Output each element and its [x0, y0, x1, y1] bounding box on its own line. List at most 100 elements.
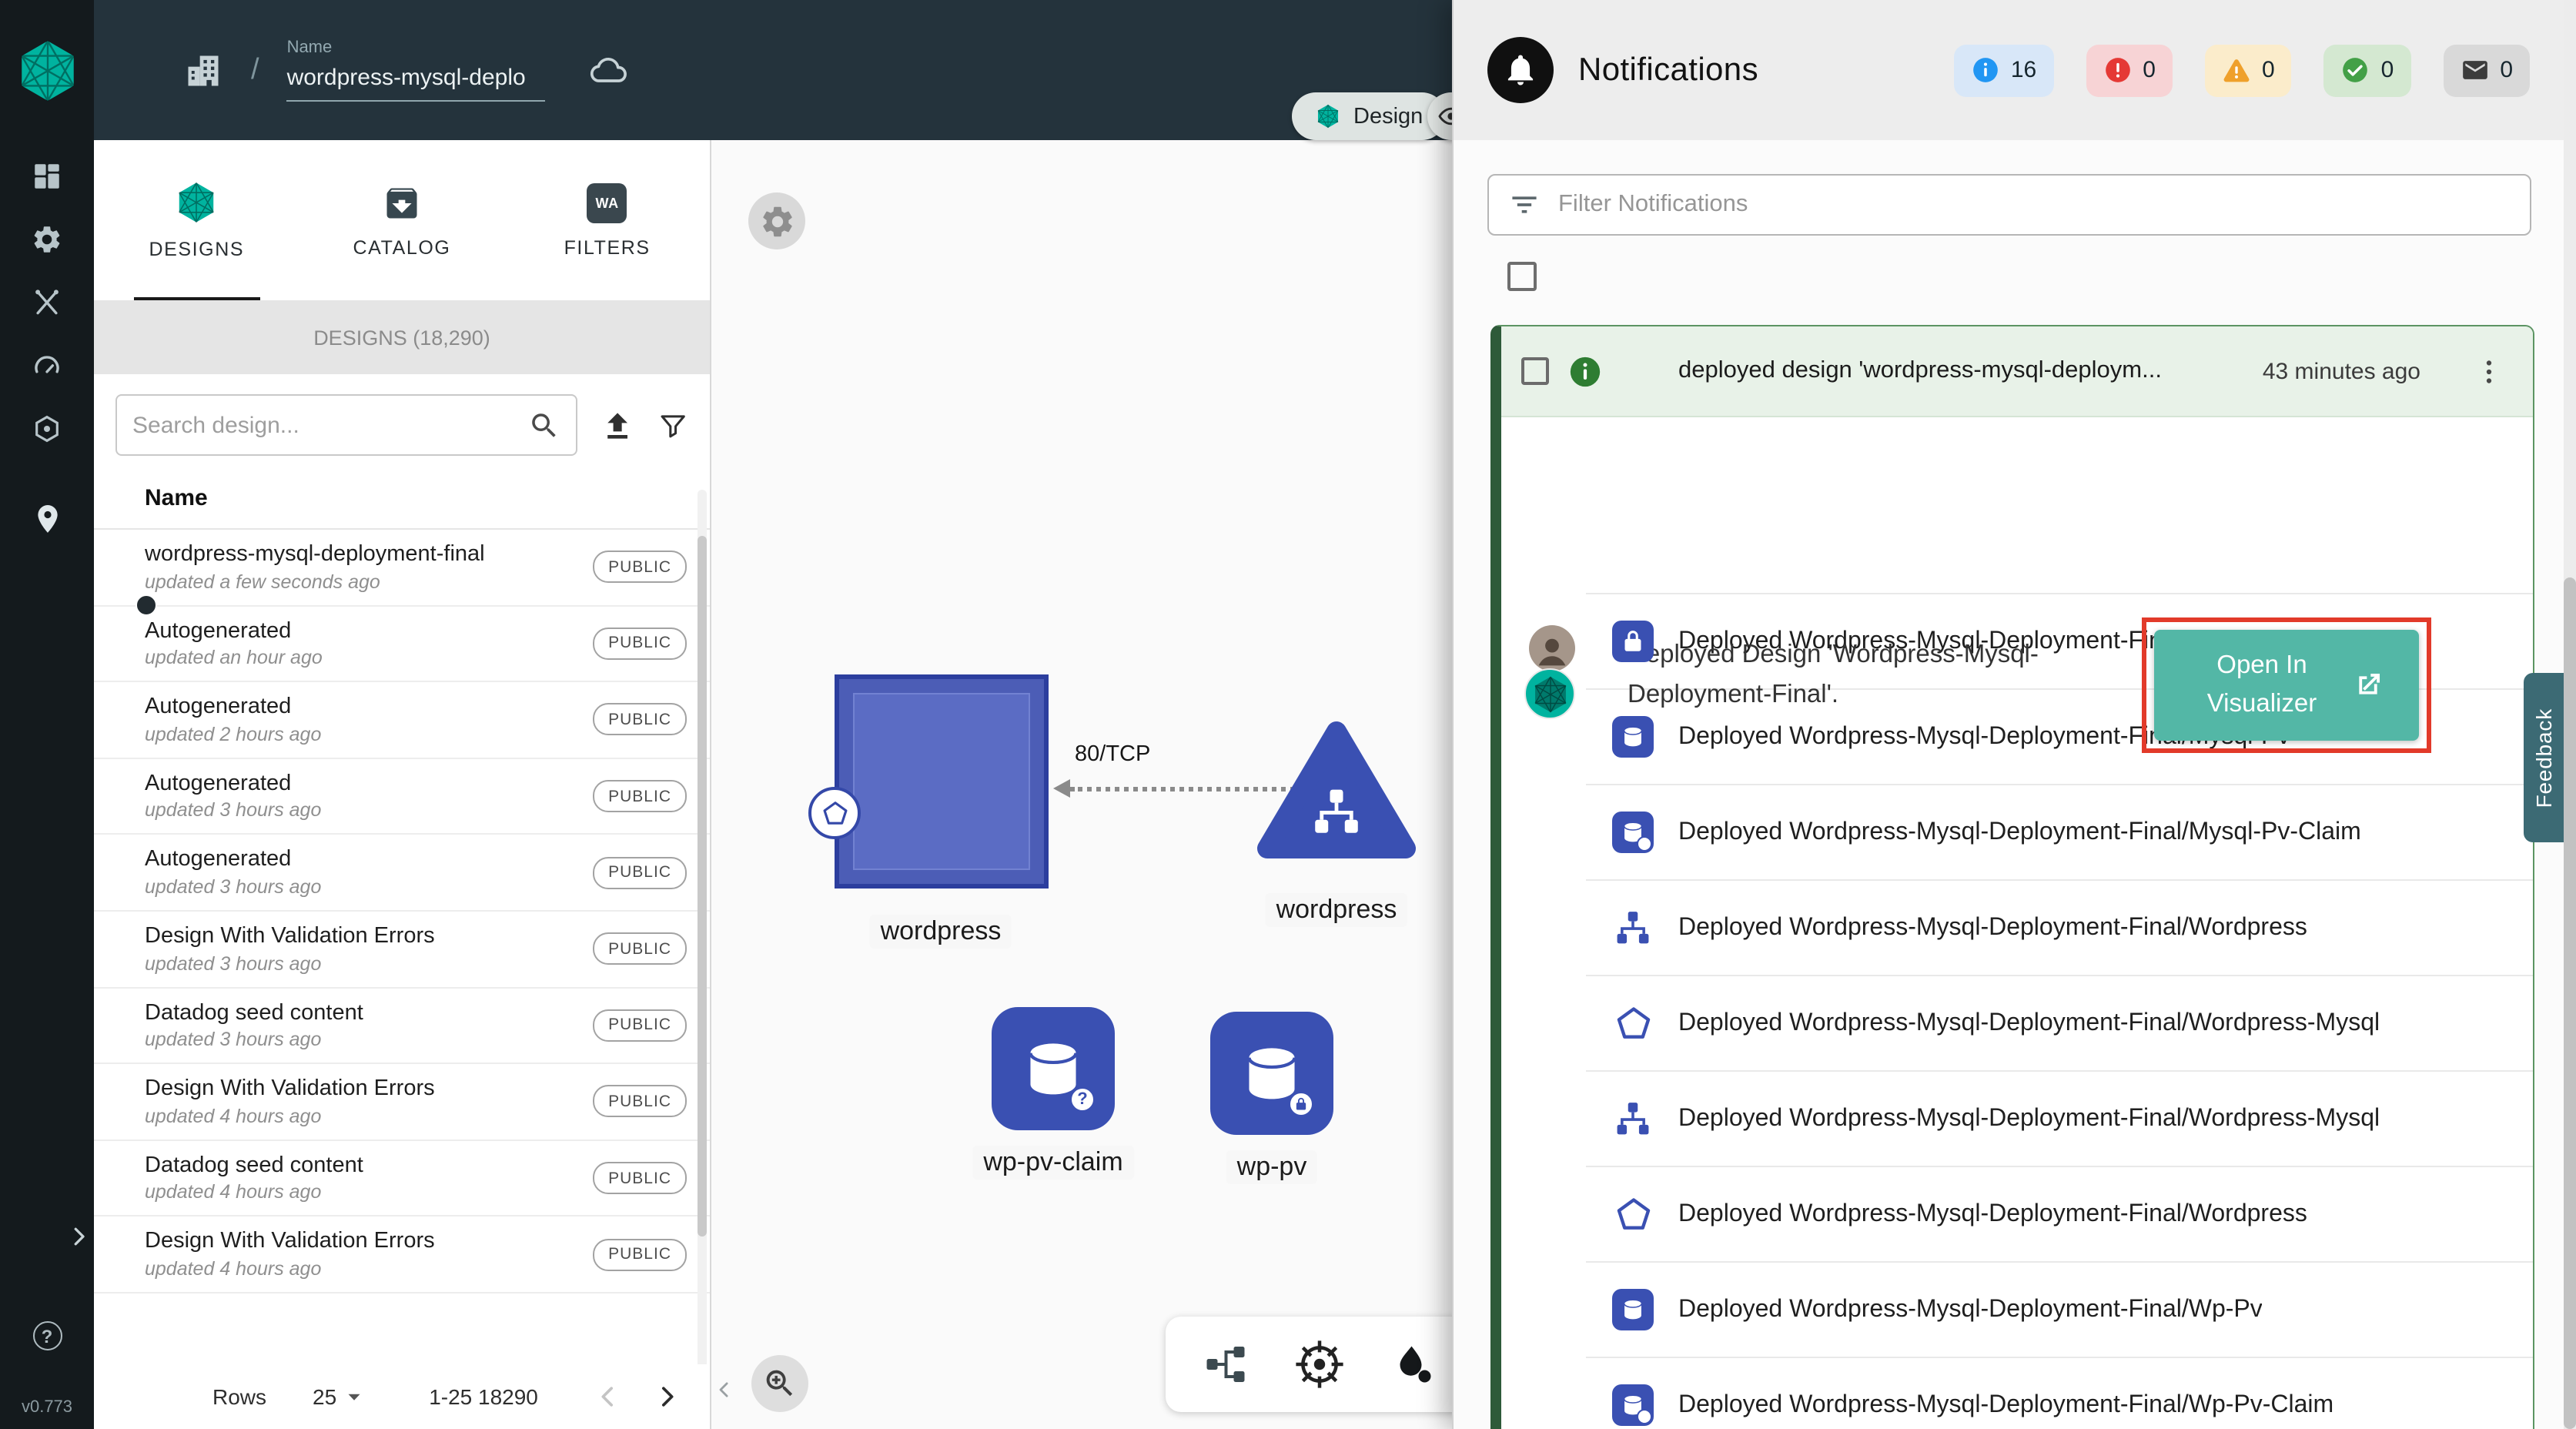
meshery-logo-icon	[13, 36, 81, 104]
filter-designs-icon[interactable]	[657, 409, 688, 441]
organization-icon[interactable]	[183, 50, 223, 90]
collapse-panel-handle[interactable]	[711, 1366, 738, 1412]
rows-per-page-value: 25	[313, 1384, 336, 1409]
design-search-input[interactable]	[132, 412, 515, 438]
design-mode-label: Design	[1353, 104, 1423, 129]
pentagon-icon	[1612, 1193, 1654, 1235]
upload-design-icon[interactable]	[600, 407, 634, 443]
tab-catalog[interactable]: CATALOG	[299, 140, 505, 300]
cloud-save-icon[interactable]	[589, 50, 629, 90]
lock-icon	[1620, 628, 1646, 654]
notifications-filter-box	[1487, 174, 2531, 236]
node-label: wp-pv	[1226, 1150, 1318, 1184]
notification-detail-row: Deployed Wordpress-Mysql-Deployment-Fina…	[1586, 879, 2533, 975]
node-wp-pv-claim[interactable]	[992, 1007, 1115, 1130]
expand-sidebar-button[interactable]	[65, 1223, 92, 1250]
app-version: v0.773	[0, 1398, 94, 1417]
design-list-item[interactable]: Autogenerated updated 3 hours ago PUBLIC	[94, 835, 710, 912]
pentagon-icon	[820, 798, 849, 828]
notification-detail-text: Deployed Wordpress-Mysql-Deployment-Fina…	[1678, 818, 2361, 846]
chevron-right-icon	[65, 1223, 92, 1250]
rows-per-page-select[interactable]: 25	[313, 1383, 367, 1411]
flow-graph-icon[interactable]	[1203, 1341, 1249, 1387]
lock-icon	[1293, 1096, 1309, 1112]
previous-page-button[interactable]	[594, 1381, 624, 1412]
meshery-logo[interactable]	[0, 0, 94, 140]
user-avatar	[1529, 625, 1575, 671]
designs-pagination: Rows 25 1-25 18290	[94, 1364, 710, 1429]
design-mode-toggle[interactable]: Design	[1292, 92, 1446, 140]
warning-count-badge[interactable]: 0	[2205, 44, 2292, 96]
chevron-right-icon	[652, 1381, 683, 1412]
design-list-item[interactable]: Design With Validation Errors updated 4 …	[94, 1217, 710, 1293]
nav-configuration[interactable]	[24, 283, 70, 320]
zoom-in-button[interactable]	[751, 1355, 808, 1412]
nav-meshmap[interactable]	[24, 500, 70, 537]
help-button[interactable]	[32, 1321, 62, 1350]
design-list-item[interactable]: Autogenerated updated an hour ago PUBLIC	[94, 606, 710, 682]
tab-filters[interactable]: FILTERS	[504, 140, 710, 300]
search-icon[interactable]	[527, 409, 560, 441]
visibility-badge: PUBLIC	[593, 627, 687, 660]
notifications-scrollbar-thumb[interactable]	[2564, 577, 2576, 1429]
deployment-pentagon-badge[interactable]	[808, 787, 861, 839]
designs-scrollbar-thumb[interactable]	[698, 536, 707, 1237]
node-wordpress-service[interactable]	[1253, 713, 1420, 867]
next-page-button[interactable]	[652, 1381, 683, 1412]
nav-lifecycle[interactable]	[24, 220, 70, 257]
feedback-label: Feedback	[2531, 708, 2556, 807]
info-count: 16	[2011, 57, 2036, 83]
chevron-left-icon	[594, 1381, 624, 1412]
success-count-badge[interactable]: 0	[2324, 44, 2411, 96]
nav-dashboard[interactable]	[24, 157, 70, 194]
notification-checkbox[interactable]	[1521, 357, 1549, 385]
visibility-badge: PUBLIC	[593, 856, 687, 889]
info-count-badge[interactable]: 16	[1954, 44, 2053, 96]
notifications-header: Notifications 16 0 0 0	[1454, 0, 2576, 140]
meshery-design-icon	[1315, 103, 1341, 129]
notifications-filter-input[interactable]	[1558, 191, 2511, 219]
notification-detail-row: Deployed Wordpress-Mysql-Deployment-Fina…	[1586, 975, 2533, 1070]
nav-extensions[interactable]	[24, 410, 70, 447]
error-count-badge[interactable]: 0	[2086, 44, 2173, 96]
tab-designs[interactable]: DESIGNS	[94, 140, 299, 300]
pagination-range: 1-25 18290	[429, 1384, 538, 1409]
breadcrumb-separator: /	[251, 53, 259, 87]
kebab-menu-icon[interactable]	[2473, 355, 2505, 387]
design-list-item[interactable]: Design With Validation Errors updated 4 …	[94, 1064, 710, 1140]
design-list-item[interactable]: Autogenerated updated 2 hours ago PUBLIC	[94, 682, 710, 758]
annotation-highlight: Open In Visualizer	[2142, 617, 2431, 753]
envelope-icon	[2460, 55, 2489, 85]
read-count-badge[interactable]: 0	[2443, 44, 2530, 96]
visibility-badge: PUBLIC	[593, 1009, 687, 1042]
design-name-input[interactable]	[287, 62, 546, 102]
select-all-checkbox[interactable]	[1507, 262, 1537, 291]
kubernetes-wheel-icon[interactable]	[1292, 1337, 1347, 1392]
notification-bell-icon	[1503, 52, 1538, 88]
dock-more-icon[interactable]	[1390, 1341, 1437, 1387]
node-wordpress-deployment[interactable]	[835, 674, 1049, 889]
design-list-item[interactable]: Design With Validation Errors updated 3 …	[94, 912, 710, 988]
pentagon-icon	[1612, 1002, 1654, 1044]
feedback-tab[interactable]: Feedback	[2524, 673, 2564, 842]
catalog-archive-icon	[382, 182, 422, 223]
open-in-visualizer-label: Open In Visualizer	[2190, 648, 2334, 724]
service-icon	[1310, 785, 1363, 838]
design-list-item[interactable]: Datadog seed content updated 3 hours ago…	[94, 988, 710, 1064]
design-list-item[interactable]: Autogenerated updated 3 hours ago PUBLIC	[94, 759, 710, 835]
open-in-visualizer-button[interactable]: Open In Visualizer	[2154, 630, 2419, 741]
node-label: wordpress	[870, 915, 1012, 949]
node-wp-pv[interactable]	[1210, 1012, 1333, 1135]
node-label: wordpress	[1266, 893, 1408, 927]
design-list-item[interactable]: wordpress-mysql-deployment-final updated…	[94, 530, 710, 606]
notifications-scrollbar	[2564, 0, 2576, 1429]
service-icon	[1612, 1098, 1654, 1140]
map-pin-icon	[30, 502, 64, 536]
notification-detail-row: Deployed Wordpress-Mysql-Deployment-Fina…	[1586, 1261, 2533, 1357]
notification-card-header[interactable]: deployed design 'wordpress-mysql-deploym…	[1501, 326, 2533, 417]
canvas-settings-button[interactable]	[748, 192, 805, 249]
notification-detail-text: Deployed Wordpress-Mysql-Deployment-Fina…	[1678, 1200, 2307, 1228]
design-list-item[interactable]: Datadog seed content updated 4 hours ago…	[94, 1141, 710, 1217]
meshery-app: v0.773 / Name Design DESIGNS CATALOG	[0, 0, 2576, 1429]
nav-performance[interactable]	[24, 346, 70, 383]
